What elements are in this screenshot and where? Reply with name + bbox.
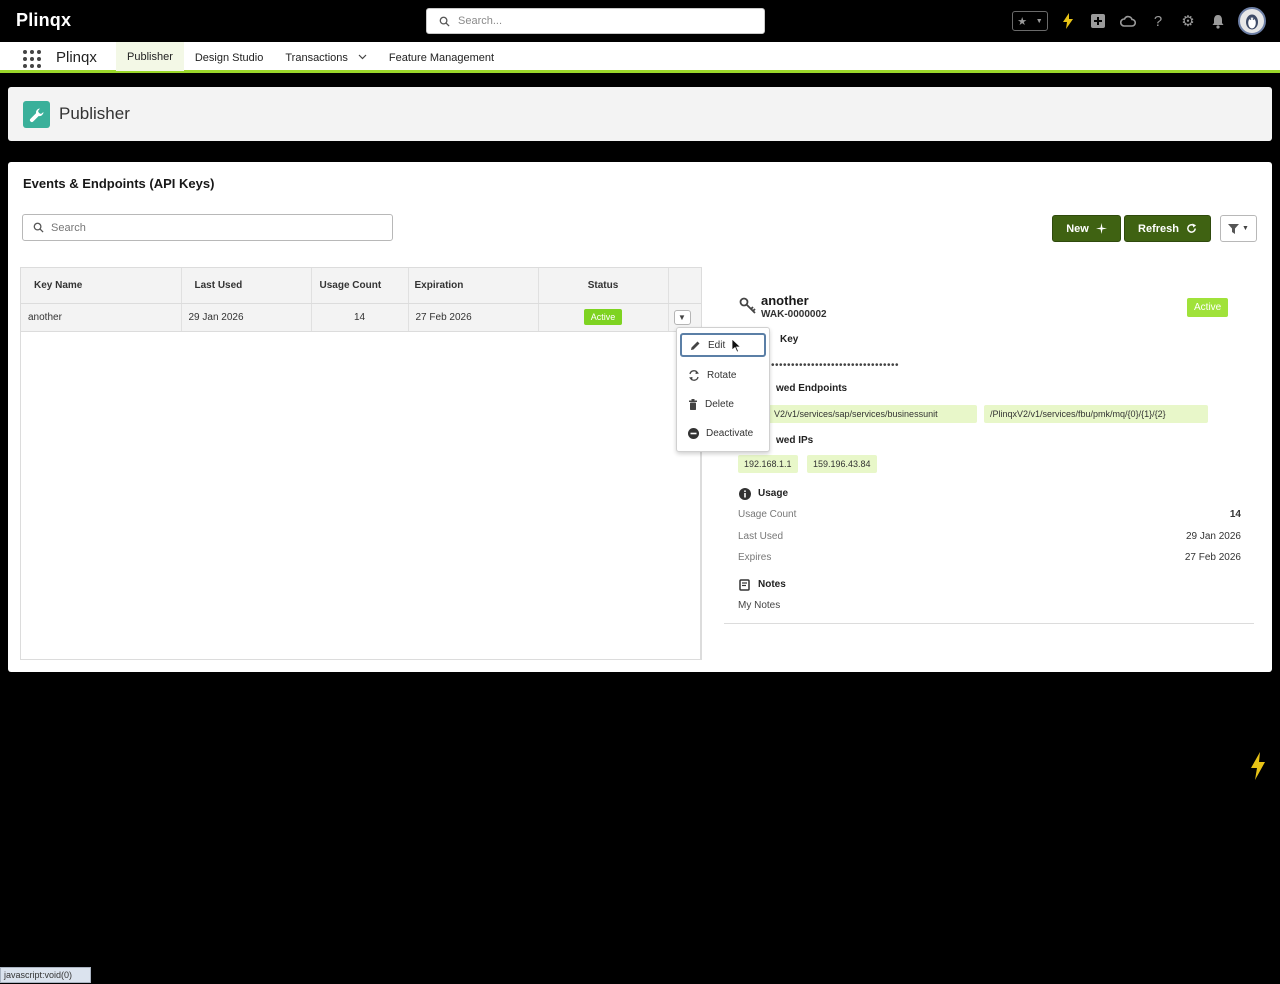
ip-chip: 159.196.43.84 bbox=[807, 455, 877, 473]
column-header-status[interactable]: Status bbox=[538, 268, 669, 304]
menu-item-deactivate[interactable]: Deactivate bbox=[680, 421, 766, 445]
endpoints-section-label: wed Endpoints bbox=[776, 383, 848, 394]
endpoint-chip: V2/v1/services/sap/services/businessunit bbox=[768, 405, 977, 423]
expires-label: Expires bbox=[738, 552, 772, 563]
row-actions-button[interactable]: ▼ bbox=[673, 309, 691, 325]
nav-tab-transactions[interactable]: Transactions bbox=[274, 42, 378, 73]
new-button[interactable]: New bbox=[1052, 215, 1121, 242]
cell-key-name[interactable]: another bbox=[21, 303, 182, 332]
refresh-button[interactable]: Refresh bbox=[1124, 215, 1211, 242]
cell-last-used: 29 Jan 2026 bbox=[181, 303, 312, 332]
app-launcher-icon[interactable] bbox=[23, 50, 41, 68]
notes-icon bbox=[739, 579, 751, 591]
cell-expiration: 27 Feb 2026 bbox=[408, 303, 539, 332]
table-row[interactable]: another 29 Jan 2026 14 27 Feb 2026 Activ… bbox=[21, 303, 701, 332]
api-keys-card: Events & Endpoints (API Keys) Search New… bbox=[8, 162, 1272, 672]
favorites-star-icon: ★ bbox=[1017, 15, 1028, 28]
detail-status-badge: Active bbox=[1187, 298, 1229, 317]
card-title: Events & Endpoints (API Keys) bbox=[23, 176, 215, 191]
detail-divider bbox=[724, 623, 1254, 624]
cell-status: Active bbox=[538, 303, 669, 332]
chevron-down-icon[interactable] bbox=[358, 52, 367, 63]
page-header: Publisher bbox=[8, 87, 1272, 141]
key-section-label: Key bbox=[780, 334, 799, 345]
help-icon[interactable]: ? bbox=[1148, 11, 1168, 31]
chevron-down-icon: ▼ bbox=[1242, 225, 1249, 232]
list-search-input[interactable]: Search bbox=[22, 214, 393, 241]
nav-tab-feature-management[interactable]: Feature Management bbox=[378, 42, 505, 73]
add-sparkle-icon bbox=[1095, 223, 1107, 234]
app-name: Plinqx bbox=[56, 49, 97, 66]
lightning-icon[interactable] bbox=[1250, 752, 1266, 785]
wrench-icon bbox=[23, 101, 50, 128]
setup-cloud-icon[interactable] bbox=[1118, 11, 1138, 31]
refresh-icon bbox=[1187, 223, 1197, 233]
add-icon[interactable] bbox=[1088, 11, 1108, 31]
list-search-placeholder: Search bbox=[51, 221, 86, 234]
detail-key-id: WAK-0000002 bbox=[761, 309, 827, 320]
bell-icon[interactable] bbox=[1208, 11, 1228, 31]
menu-item-edit[interactable]: Edit bbox=[680, 333, 766, 357]
usage-section-label: Usage bbox=[758, 488, 789, 499]
search-icon bbox=[439, 16, 450, 27]
global-search-placeholder: Search... bbox=[458, 15, 503, 27]
edit-icon bbox=[691, 341, 700, 350]
menu-item-rotate[interactable]: Rotate bbox=[680, 363, 766, 387]
key-icon bbox=[739, 297, 757, 320]
menu-item-delete[interactable]: Delete bbox=[680, 392, 766, 416]
usage-count-value: 14 bbox=[1229, 509, 1241, 520]
info-icon bbox=[739, 488, 751, 500]
expires-value: 27 Feb 2026 bbox=[1184, 552, 1241, 563]
ips-section-label: wed IPs bbox=[776, 435, 814, 446]
column-header-last-used[interactable]: Last Used bbox=[181, 268, 312, 304]
usage-count-label: Usage Count bbox=[738, 509, 797, 520]
table-header-row: Key Name Last Used Usage Count Expiratio… bbox=[21, 268, 701, 304]
last-used-value: 29 Jan 2026 bbox=[1185, 531, 1241, 542]
detail-key-name: another bbox=[761, 293, 809, 308]
filter-icon bbox=[1228, 223, 1240, 234]
browser-status-bar: javascript:void(0) bbox=[0, 967, 91, 983]
nav-tab-design-studio[interactable]: Design Studio bbox=[184, 42, 275, 73]
cell-usage-count: 14 bbox=[311, 303, 409, 332]
last-used-label: Last Used bbox=[738, 531, 784, 542]
app-nav-bar: Plinqx Publisher Design Studio Transacti… bbox=[0, 42, 1280, 73]
avatar[interactable] bbox=[1238, 7, 1266, 35]
column-header-actions bbox=[668, 268, 701, 304]
key-detail-panel: another WAK-0000002 Active Key •••••••••… bbox=[703, 267, 1260, 660]
masked-key-value: •••••••••••••••••••••••••••••••• bbox=[771, 360, 900, 371]
favorites-button[interactable]: ★ ▼ bbox=[1012, 11, 1048, 31]
notes-section-label: Notes bbox=[758, 579, 786, 590]
chevron-down-icon: ▼ bbox=[1035, 17, 1043, 25]
row-actions-menu: Edit Rotate Delete Deactivate bbox=[676, 327, 770, 452]
endpoint-chip: /PlinqxV2/v1/services/fbu/pmk/mq/{0}/{1}… bbox=[984, 405, 1208, 423]
chevron-down-icon: ▼ bbox=[678, 312, 686, 322]
global-search-input[interactable]: Search... bbox=[426, 8, 765, 34]
deactivate-icon bbox=[688, 427, 699, 439]
page-title: Publisher bbox=[59, 104, 130, 123]
notes-value: My Notes bbox=[738, 600, 781, 611]
lightning-icon[interactable] bbox=[1058, 11, 1078, 31]
cursor-icon bbox=[731, 338, 742, 358]
api-keys-table: Key Name Last Used Usage Count Expiratio… bbox=[20, 267, 702, 660]
column-header-usage-count[interactable]: Usage Count bbox=[311, 268, 409, 304]
column-header-key-name[interactable]: Key Name bbox=[21, 268, 182, 304]
filter-button[interactable]: ▼ bbox=[1220, 215, 1257, 242]
ip-chip: 192.168.1.1 bbox=[738, 455, 798, 473]
global-header: Plinqx Search... ★ ▼ ? ⚙ bbox=[0, 0, 1280, 42]
delete-icon bbox=[689, 398, 697, 410]
rotate-icon bbox=[689, 369, 699, 381]
brand-logo[interactable]: Plinqx bbox=[16, 10, 71, 31]
search-icon bbox=[33, 222, 44, 233]
column-header-expiration[interactable]: Expiration bbox=[408, 268, 539, 304]
nav-tab-publisher[interactable]: Publisher bbox=[116, 42, 184, 73]
status-badge: Active bbox=[583, 309, 623, 325]
gear-icon[interactable]: ⚙ bbox=[1178, 11, 1198, 31]
